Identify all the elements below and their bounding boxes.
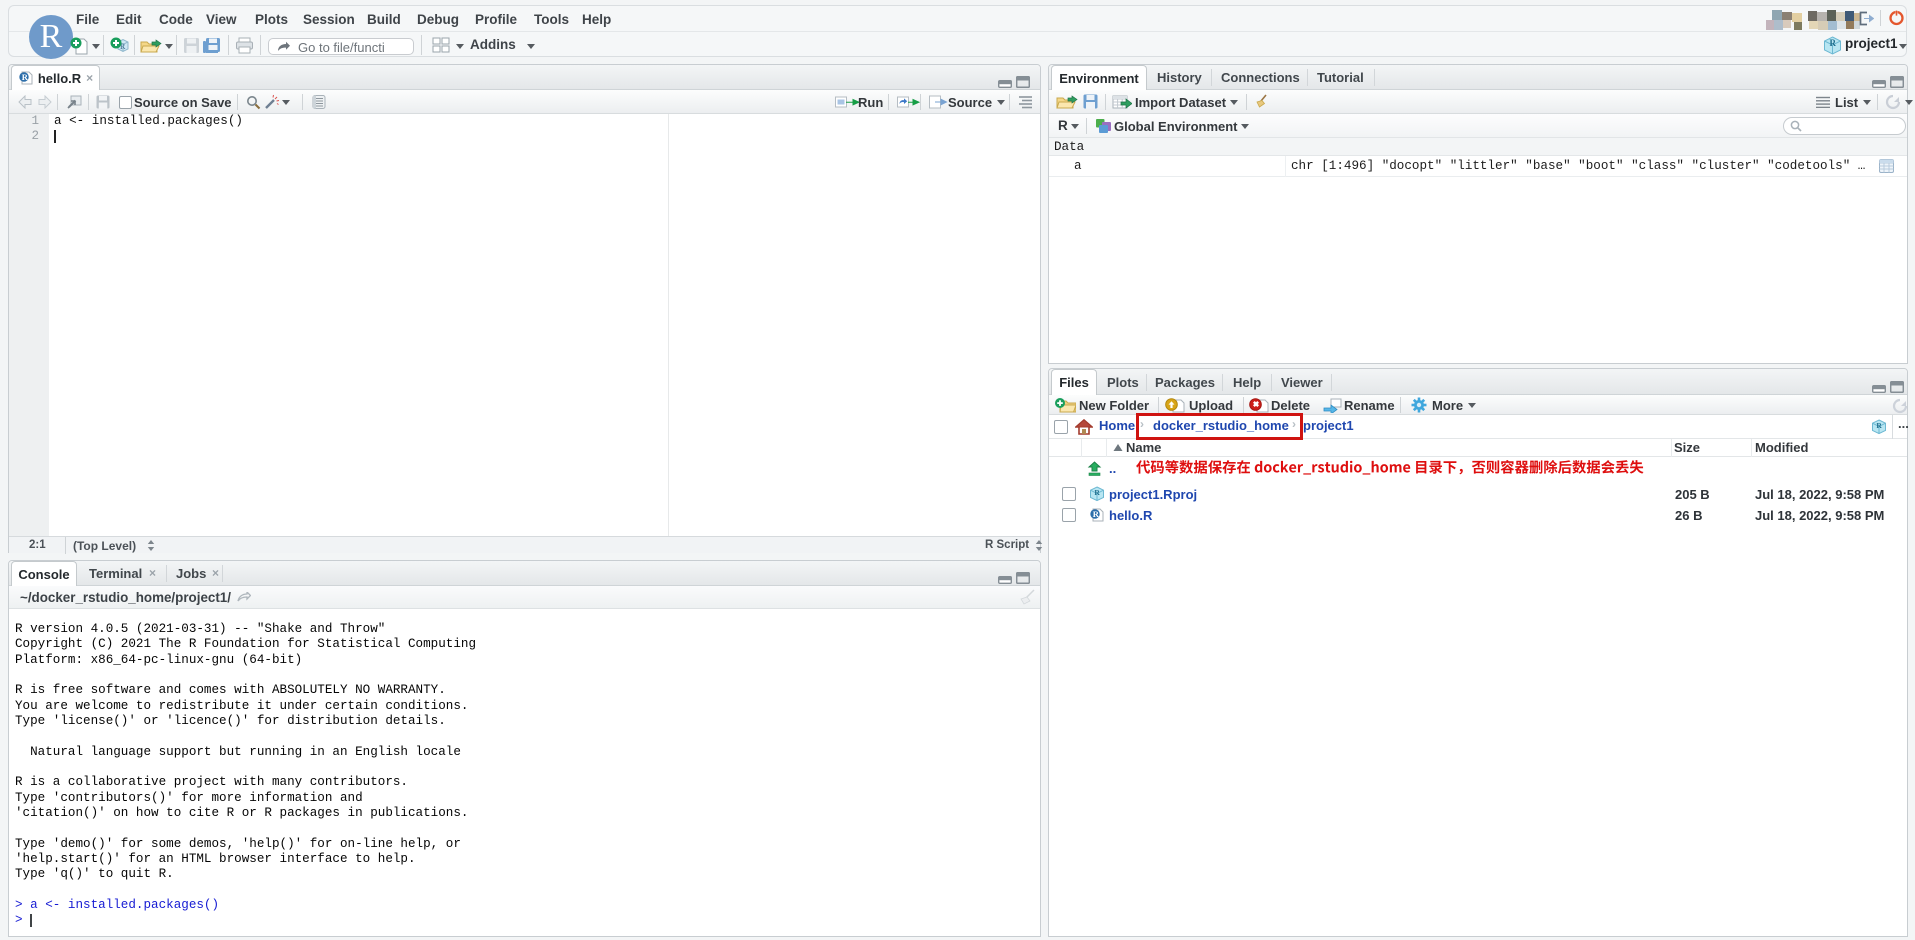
svg-text:R: R bbox=[1094, 488, 1100, 497]
svg-text:R: R bbox=[1093, 509, 1100, 519]
svg-text:R: R bbox=[1876, 421, 1882, 430]
svg-text:R: R bbox=[22, 72, 29, 82]
svg-text:R: R bbox=[1830, 38, 1837, 48]
